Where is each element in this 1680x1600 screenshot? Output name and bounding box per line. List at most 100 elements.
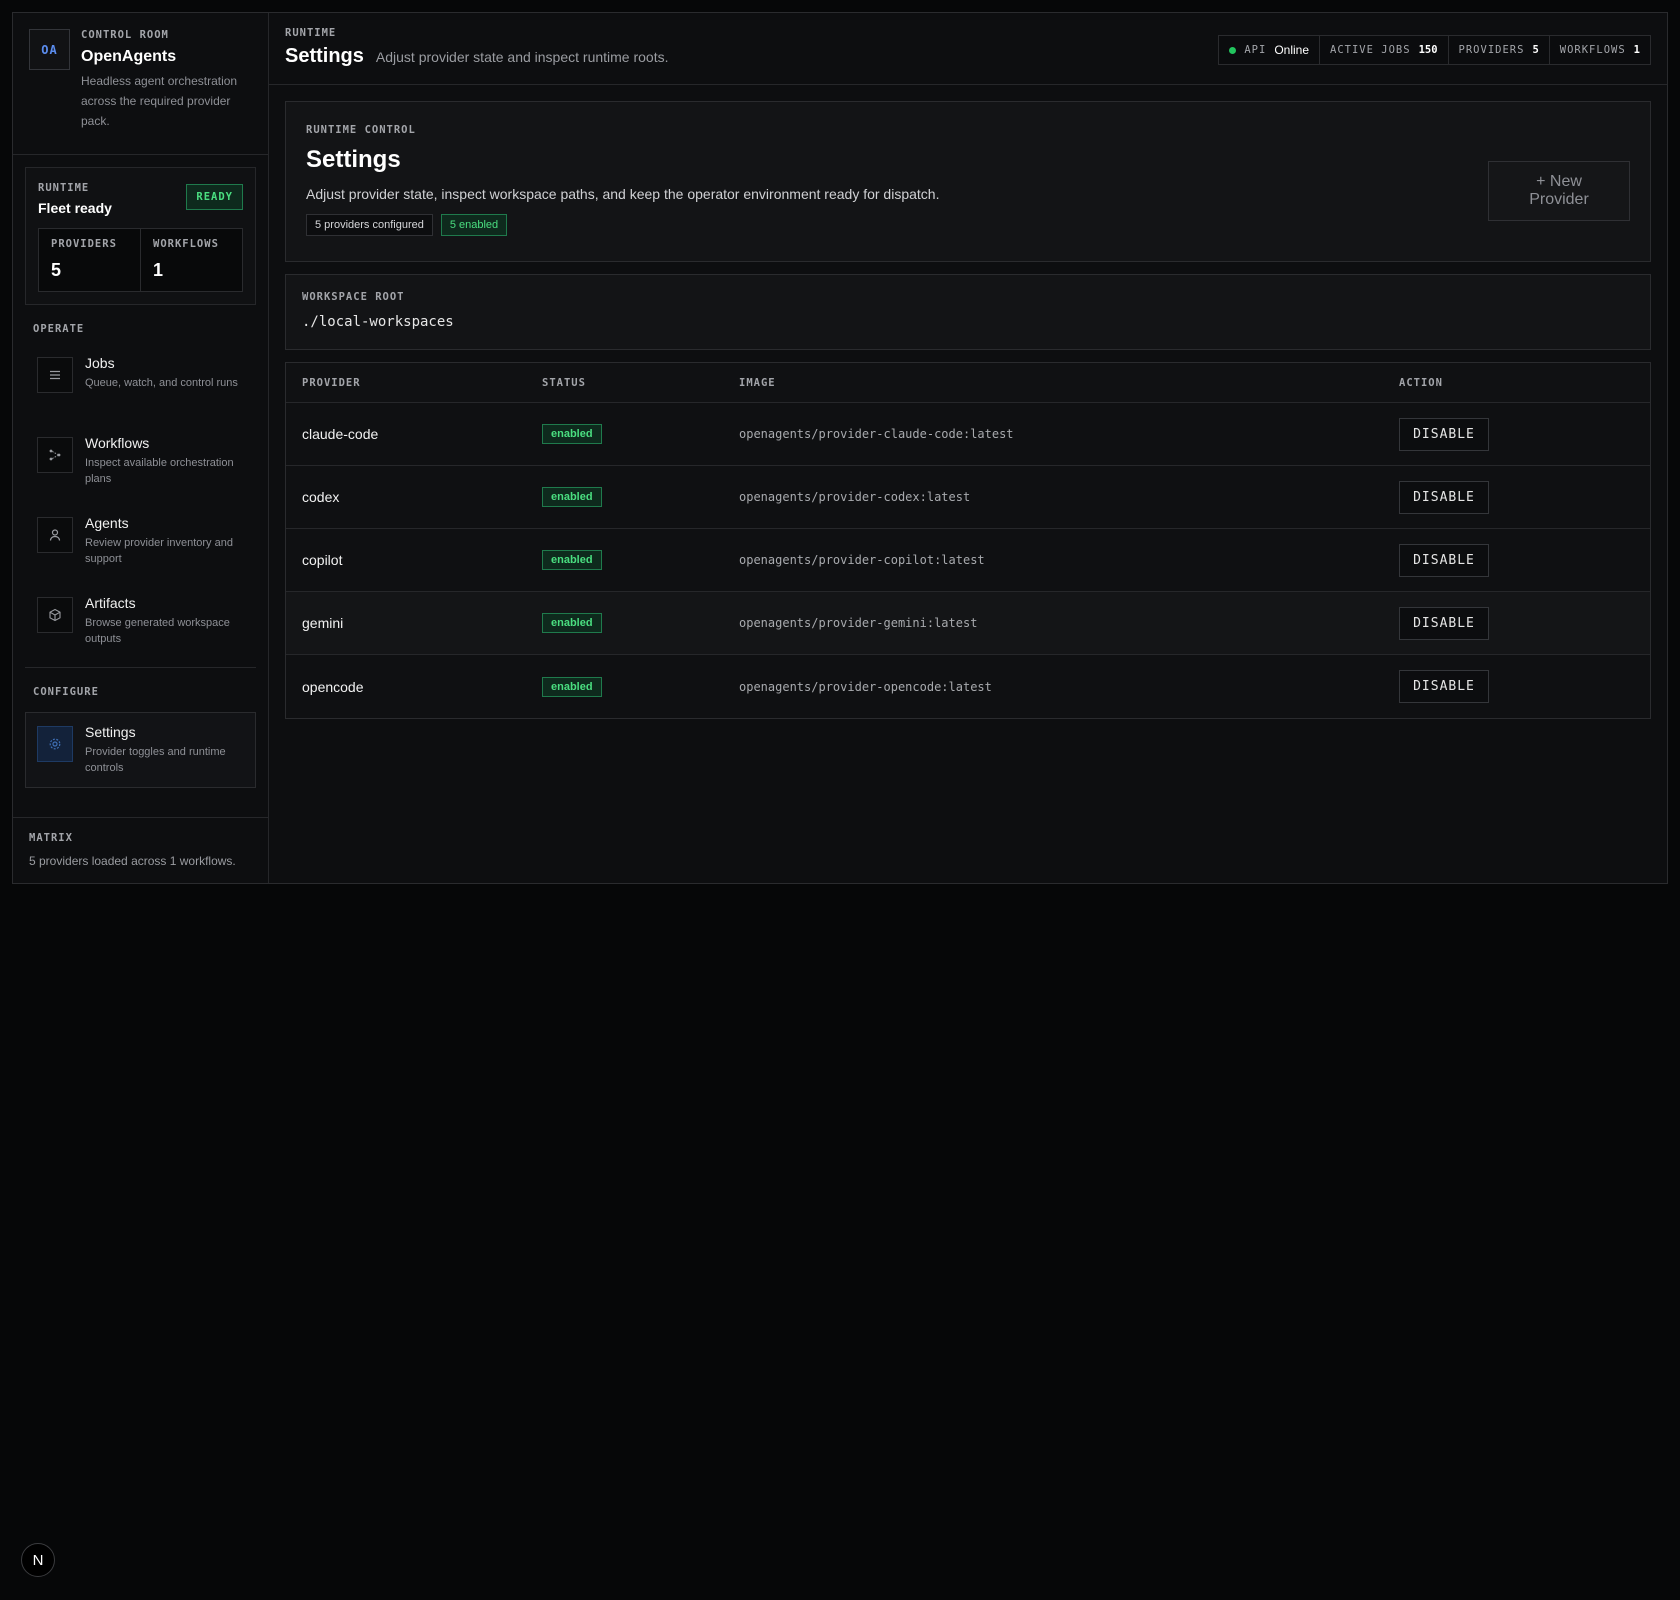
hero-description: Adjust provider state, inspect workspace… (306, 186, 940, 202)
status-workflows: WORKFLOWS 1 (1548, 36, 1650, 64)
nav-title: Workflows (85, 435, 150, 451)
section-label-operate: OPERATE (33, 323, 85, 335)
disable-button[interactable]: DISABLE (1399, 670, 1489, 703)
status-badge: enabled (542, 676, 602, 697)
status-dot-icon (1229, 46, 1237, 54)
disable-button[interactable]: DISABLE (1399, 480, 1489, 514)
provider-image: openagents/provider-gemini:latest (739, 616, 978, 630)
workspace-path: ./local-workspaces (302, 314, 454, 330)
stat-value: 1 (153, 260, 164, 280)
brand-eyebrow: CONTROL ROOM (81, 29, 169, 41)
status-badge: enabled (542, 424, 602, 444)
hero-title: Settings (306, 146, 401, 173)
dev-tools-button[interactable]: N (21, 1543, 55, 1577)
nav-desc: Provider toggles and runtime controls (85, 746, 226, 774)
topbar: RUNTIME Settings Adjust provider state a… (269, 13, 1667, 85)
table-row: codex enabled openagents/provider-codex:… (286, 466, 1650, 529)
nav-title: Jobs (85, 355, 115, 371)
status-badge: enabled (542, 487, 602, 507)
status-strip: API Online ACTIVE JOBS 150 PROVIDERS 5 W… (1218, 35, 1651, 65)
list-icon (37, 357, 73, 393)
provider-name: claude-code (302, 426, 379, 442)
section-label-configure: CONFIGURE (33, 686, 99, 698)
table-header: PROVIDER STATUS IMAGE ACTION (286, 363, 1650, 403)
gear-icon (37, 726, 73, 762)
operate-nav: Jobs Queue, watch, and control runs Work… (13, 343, 268, 663)
cube-icon (37, 597, 73, 633)
stat-label: PROVIDERS (51, 238, 117, 250)
status-badge: enabled (542, 550, 602, 570)
chip-enabled: 5 enabled (440, 214, 508, 236)
table-row: opencode enabled openagents/provider-ope… (286, 655, 1650, 718)
provider-name: codex (302, 489, 340, 505)
nav-desc: Queue, watch, and control runs (85, 377, 238, 389)
stat-providers: PROVIDERS 5 (39, 229, 140, 291)
workspace-root-panel: WORKSPACE ROOT ./local-workspaces (285, 274, 1651, 350)
sidebar-item-jobs[interactable]: Jobs Queue, watch, and control runs (25, 343, 256, 423)
column-header-action: ACTION (1399, 376, 1443, 389)
content-area: RUNTIME CONTROL Settings Adjust provider… (269, 85, 1667, 735)
providers-table: PROVIDER STATUS IMAGE ACTION claude-code… (285, 362, 1651, 719)
brand-header: OA CONTROL ROOM OpenAgents Headless agen… (13, 13, 268, 155)
provider-name: copilot (302, 552, 343, 568)
workspace-label: WORKSPACE ROOT (302, 291, 405, 303)
status-providers: PROVIDERS 5 (1447, 36, 1549, 64)
status-value: 1 (1633, 44, 1640, 56)
status-label: PROVIDERS (1458, 44, 1525, 56)
nav-desc: Inspect available orchestration plans (85, 457, 234, 485)
user-icon (37, 517, 73, 553)
column-header-image: IMAGE (739, 376, 776, 389)
provider-image: openagents/provider-opencode:latest (739, 679, 992, 694)
stat-workflows: WORKFLOWS 1 (140, 229, 242, 291)
sidebar-item-artifacts[interactable]: Artifacts Browse generated workspace out… (25, 583, 256, 663)
topbar-eyebrow: RUNTIME (285, 27, 337, 39)
workflow-icon (37, 437, 73, 473)
sidebar-item-agents[interactable]: Agents Review provider inventory and sup… (25, 503, 256, 583)
sidebar-divider (25, 667, 256, 668)
runtime-eyebrow: RUNTIME (38, 182, 90, 194)
nav-title: Artifacts (85, 595, 136, 611)
status-label: API (1244, 44, 1267, 56)
status-active-jobs: ACTIVE JOBS 150 (1319, 36, 1448, 64)
ready-badge: READY (186, 184, 243, 210)
sidebar: OA CONTROL ROOM OpenAgents Headless agen… (13, 13, 269, 883)
new-provider-button[interactable]: + New Provider (1488, 161, 1630, 221)
disable-button[interactable]: DISABLE (1399, 417, 1489, 451)
runtime-title: Fleet ready (38, 200, 112, 216)
disable-button[interactable]: DISABLE (1399, 606, 1489, 640)
matrix-text: 5 providers loaded across 1 workflows. (29, 854, 236, 868)
status-api: API Online (1219, 36, 1319, 64)
provider-image: openagents/provider-codex:latest (739, 490, 971, 504)
provider-image: openagents/provider-copilot:latest (739, 553, 985, 567)
configure-nav: Settings Provider toggles and runtime co… (13, 712, 268, 788)
nav-desc: Review provider inventory and support (85, 537, 233, 565)
brand-name: OpenAgents (81, 48, 177, 65)
runtime-card: RUNTIME Fleet ready READY PROVIDERS 5 WO… (25, 167, 256, 305)
stat-label: WORKFLOWS (153, 238, 219, 250)
brand-description: Headless agent orchestration across the … (81, 74, 238, 128)
main-content: RUNTIME Settings Adjust provider state a… (269, 13, 1667, 883)
sidebar-item-workflows[interactable]: Workflows Inspect available orchestratio… (25, 423, 256, 503)
status-value: 150 (1418, 44, 1438, 56)
hero-eyebrow: RUNTIME CONTROL (306, 124, 416, 136)
matrix-label: MATRIX (29, 832, 73, 844)
column-header-status: STATUS (542, 376, 586, 389)
table-row: copilot enabled openagents/provider-copi… (286, 529, 1650, 592)
stat-value: 5 (51, 260, 62, 280)
page-subtitle: Adjust provider state and inspect runtim… (375, 49, 669, 65)
provider-name: gemini (302, 615, 344, 631)
table-body: claude-code enabled openagents/provider-… (286, 403, 1650, 718)
app-window: OA CONTROL ROOM OpenAgents Headless agen… (12, 12, 1668, 884)
matrix-footer: MATRIX 5 providers loaded across 1 workf… (13, 817, 268, 883)
status-value: Online (1274, 43, 1310, 57)
provider-image: openagents/provider-claude-code:latest (739, 427, 1014, 441)
nav-desc: Browse generated workspace outputs (85, 617, 230, 645)
sidebar-item-settings[interactable]: Settings Provider toggles and runtime co… (25, 712, 256, 788)
chip-providers-configured: 5 providers configured (306, 214, 433, 236)
status-value: 5 (1532, 44, 1539, 56)
status-label: WORKFLOWS (1559, 44, 1626, 56)
nav-title: Agents (85, 515, 129, 531)
table-row: gemini enabled openagents/provider-gemin… (286, 592, 1650, 655)
status-label: ACTIVE JOBS (1330, 44, 1411, 56)
disable-button[interactable]: DISABLE (1399, 543, 1489, 577)
